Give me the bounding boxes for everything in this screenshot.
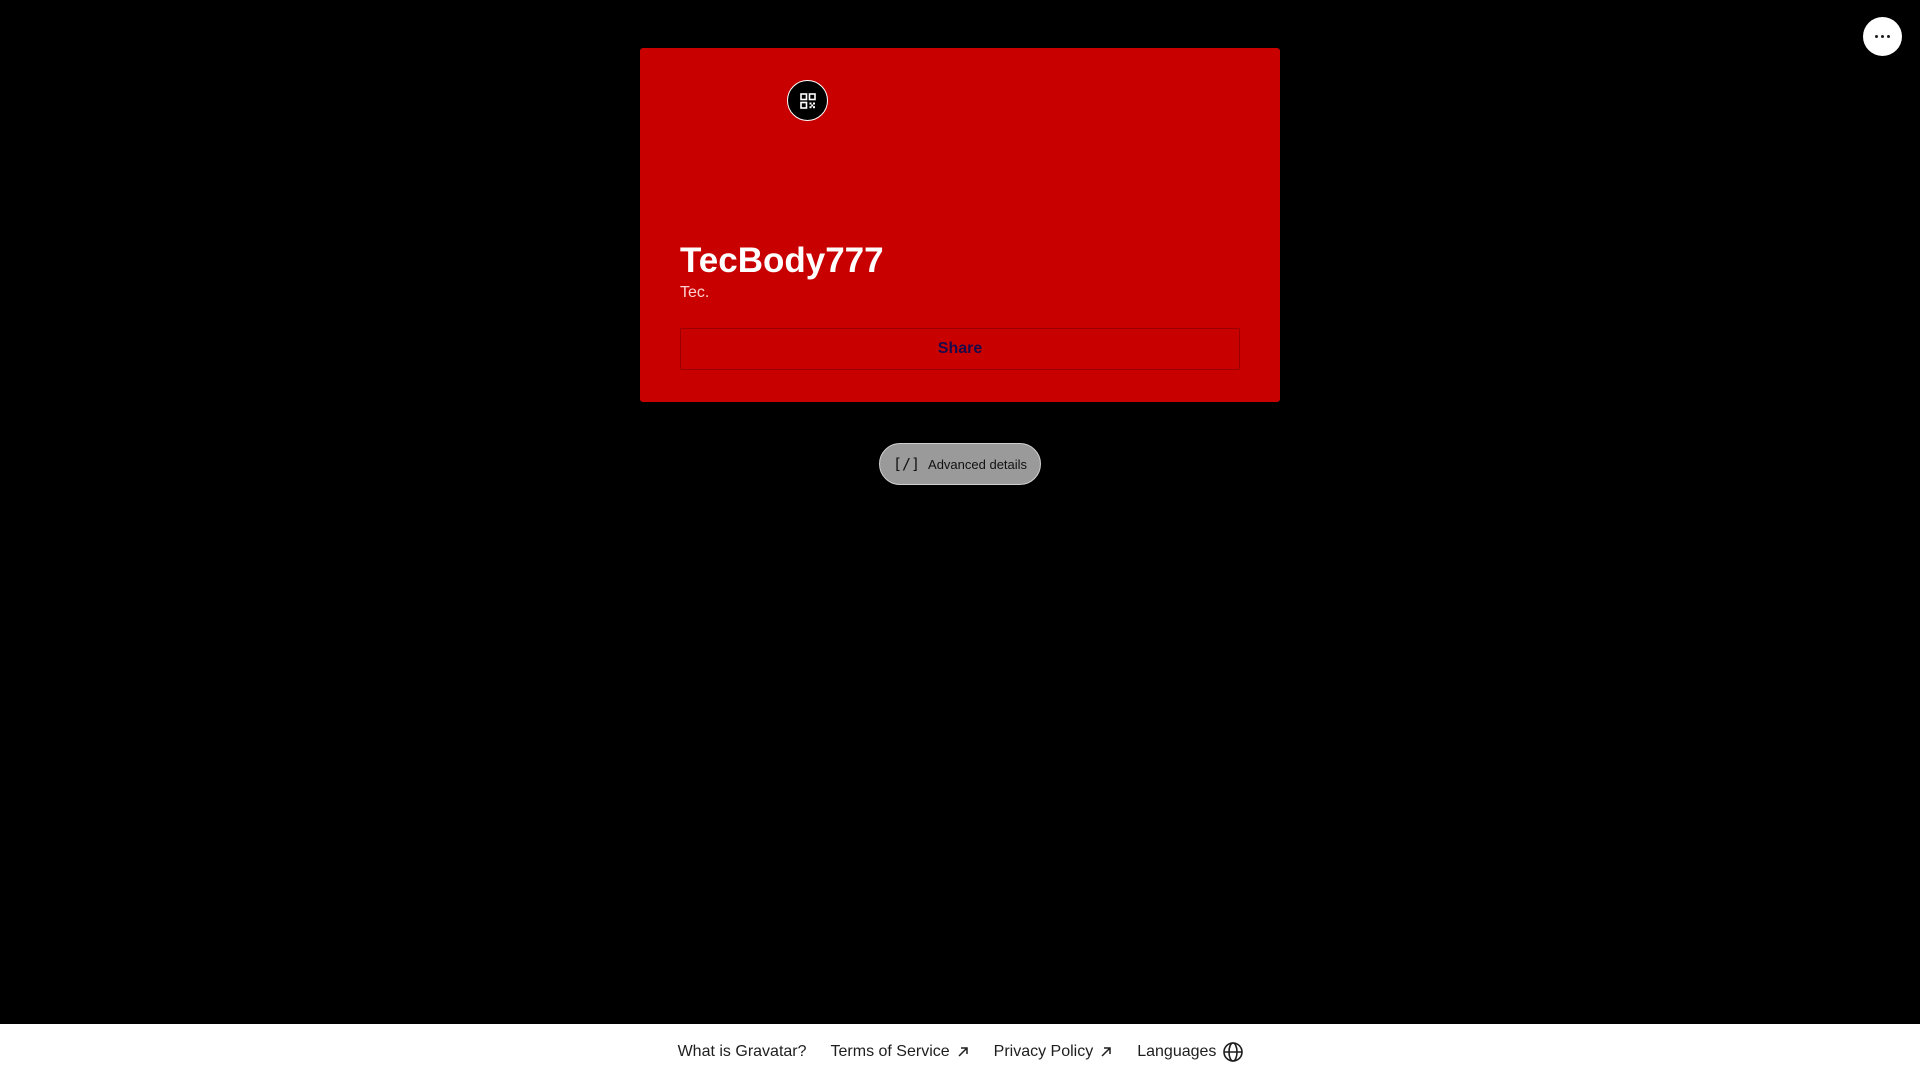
advanced-details-button[interactable]: [/] Advanced details xyxy=(879,443,1041,485)
external-arrow-icon xyxy=(956,1045,970,1059)
profile-card: TecBody777 Tec. Share xyxy=(640,48,1280,402)
globe-icon xyxy=(1222,1041,1244,1063)
footer-link-terms-of-service[interactable]: Terms of Service xyxy=(831,1043,970,1061)
footer-link-languages[interactable]: Languages xyxy=(1137,1041,1244,1063)
profile-display-name: TecBody777 xyxy=(680,241,884,280)
footer: What is Gravatar? Terms of Service Priva… xyxy=(0,1024,1920,1080)
advanced-details-label: Advanced details xyxy=(928,456,1028,472)
footer-link-label: What is Gravatar? xyxy=(677,1043,807,1060)
more-options-button[interactable] xyxy=(1863,17,1902,56)
footer-link-privacy-policy[interactable]: Privacy Policy xyxy=(994,1043,1114,1061)
more-horizontal-icon xyxy=(1875,35,1890,38)
qr-code-icon xyxy=(799,92,816,109)
profile-page: TecBody777 Tec. Share [/] Advanced detai… xyxy=(0,0,1920,1080)
qr-code-button[interactable] xyxy=(787,80,828,121)
share-button[interactable]: Share xyxy=(680,328,1240,370)
code-icon: [/] xyxy=(892,455,921,473)
footer-link-what-is-gravatar[interactable]: What is Gravatar? xyxy=(678,1043,807,1061)
footer-link-label: Privacy Policy xyxy=(993,1043,1094,1060)
footer-link-label: Terms of Service xyxy=(830,1043,950,1060)
external-arrow-icon xyxy=(1099,1045,1113,1059)
footer-nav: What is Gravatar? Terms of Service Priva… xyxy=(678,1041,1245,1063)
footer-link-label: Languages xyxy=(1137,1043,1217,1060)
profile-tagline: Tec. xyxy=(680,284,710,301)
